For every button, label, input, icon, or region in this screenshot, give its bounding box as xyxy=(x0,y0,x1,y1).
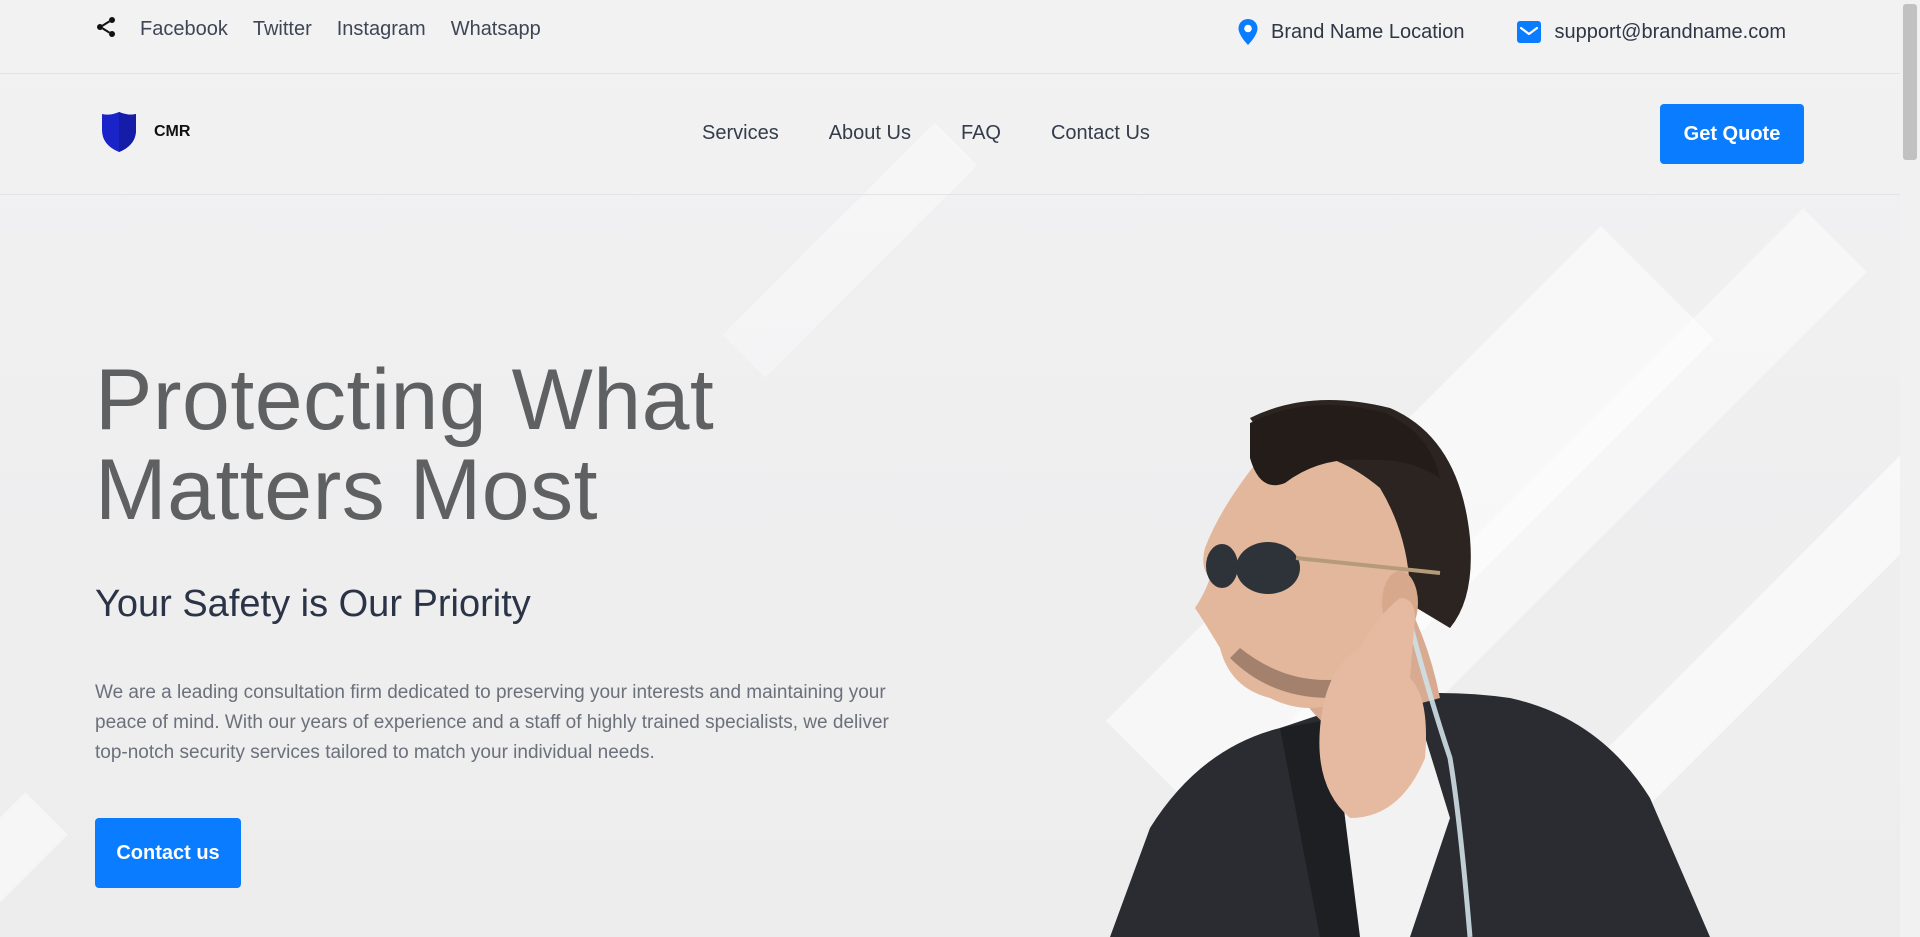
location-pin-icon xyxy=(1238,19,1258,45)
email-item: support@brandname.com xyxy=(1516,20,1786,44)
hero-description: We are a leading consultation firm dedic… xyxy=(95,682,889,763)
twitter-link[interactable]: Twitter xyxy=(253,18,312,41)
scrollbar-thumb[interactable] xyxy=(1903,4,1917,160)
hero-title: Protecting What Matters Most xyxy=(95,355,925,535)
hero-section: Protecting What Matters Most Your Safety… xyxy=(95,355,925,888)
mail-icon xyxy=(1517,21,1542,43)
share-icon xyxy=(97,16,115,37)
email-link[interactable]: support@brandname.com xyxy=(1554,21,1786,44)
security-guard-photo xyxy=(1110,400,1710,937)
contact-info: Brand Name Location support@brandname.co… xyxy=(1237,18,1786,46)
top-bar: Facebook Twitter Instagram Whatsapp Bran… xyxy=(0,0,1900,74)
nav-services[interactable]: Services xyxy=(702,122,779,145)
logo[interactable]: CMR xyxy=(100,110,190,154)
nav-faq[interactable]: FAQ xyxy=(961,122,1001,145)
instagram-link[interactable]: Instagram xyxy=(337,18,426,41)
shield-icon xyxy=(102,112,136,152)
hero-subtitle: Your Safety is Our Priority xyxy=(95,583,531,625)
location-text: Brand Name Location xyxy=(1271,20,1465,43)
brand-name: CMR xyxy=(154,123,191,140)
get-quote-button[interactable]: Get Quote xyxy=(1660,104,1804,164)
nav-about-us[interactable]: About Us xyxy=(829,122,911,145)
facebook-link[interactable]: Facebook xyxy=(140,18,228,41)
hero-title-line-1: Protecting What xyxy=(95,352,715,448)
hero-title-line-2: Matters Most xyxy=(95,442,598,538)
nav-menu: Services About Us FAQ Contact Us xyxy=(702,122,1200,145)
nav-contact-us[interactable]: Contact Us xyxy=(1051,122,1150,145)
main-navbar: CMR Services About Us FAQ Contact Us Get… xyxy=(0,74,1900,195)
scrollbar[interactable] xyxy=(1900,0,1920,937)
social-links: Facebook Twitter Instagram Whatsapp xyxy=(94,16,566,41)
location-item: Brand Name Location xyxy=(1237,18,1464,46)
contact-us-button[interactable]: Contact us xyxy=(95,818,241,888)
whatsapp-link[interactable]: Whatsapp xyxy=(451,18,541,41)
